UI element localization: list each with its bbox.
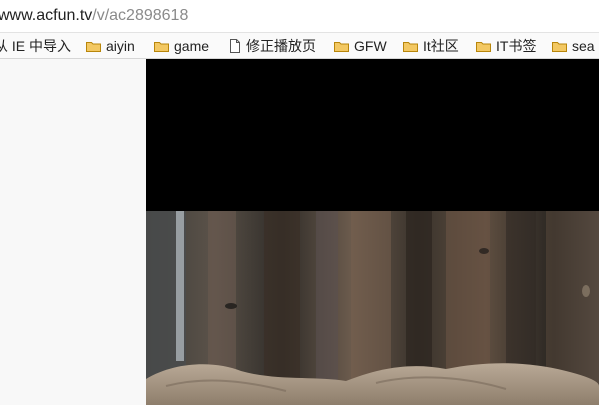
video-frame-image	[146, 211, 599, 405]
bookmark-label: sea	[572, 38, 595, 54]
folder-icon	[86, 42, 101, 52]
bookmark-it-bookmarks[interactable]: IT书签	[476, 36, 536, 56]
folder-icon	[476, 42, 491, 52]
bookmark-label: game	[174, 38, 210, 54]
page-icon	[230, 39, 240, 53]
bookmark-label: GFW	[354, 38, 387, 54]
bookmark-label: aiyin	[106, 38, 135, 54]
video-letterbox	[146, 59, 599, 211]
bookmark-fix-playback-page[interactable]: 修正播放页	[229, 36, 316, 56]
url-field[interactable]: www.acfun.tv/v/ac2898618	[0, 6, 188, 26]
page-left-margin	[0, 59, 146, 405]
bookmarks-bar: 从 IE 中导入 aiyin game 修正播放页 GFW It社区 IT书签 …	[0, 33, 599, 59]
url-host: www.acfun.tv	[0, 7, 93, 24]
browser-window: www.acfun.tv/v/ac2898618 从 IE 中导入 aiyin …	[0, 0, 599, 405]
bookmark-label: IT书签	[496, 38, 537, 54]
bookmark-sea[interactable]: sea	[552, 36, 595, 56]
bookmark-game[interactable]: game	[154, 36, 209, 56]
bookmark-label: It社区	[423, 38, 459, 54]
bookmark-label: 从 IE 中导入	[0, 38, 72, 54]
address-bar[interactable]: www.acfun.tv/v/ac2898618	[0, 0, 599, 33]
video-still-image	[146, 211, 599, 405]
folder-icon	[403, 42, 418, 52]
bookmark-import-from-ie[interactable]: 从 IE 中导入	[0, 36, 71, 56]
bookmark-gfw[interactable]: GFW	[334, 36, 387, 56]
folder-icon	[552, 42, 567, 52]
bookmark-aiyin[interactable]: aiyin	[86, 36, 135, 56]
bookmark-it-community[interactable]: It社区	[403, 36, 459, 56]
bookmark-label: 修正播放页	[246, 38, 316, 54]
url-path: /v/ac2898618	[92, 7, 189, 24]
folder-icon	[154, 42, 169, 52]
folder-icon	[334, 42, 349, 52]
video-player[interactable]	[146, 59, 599, 405]
